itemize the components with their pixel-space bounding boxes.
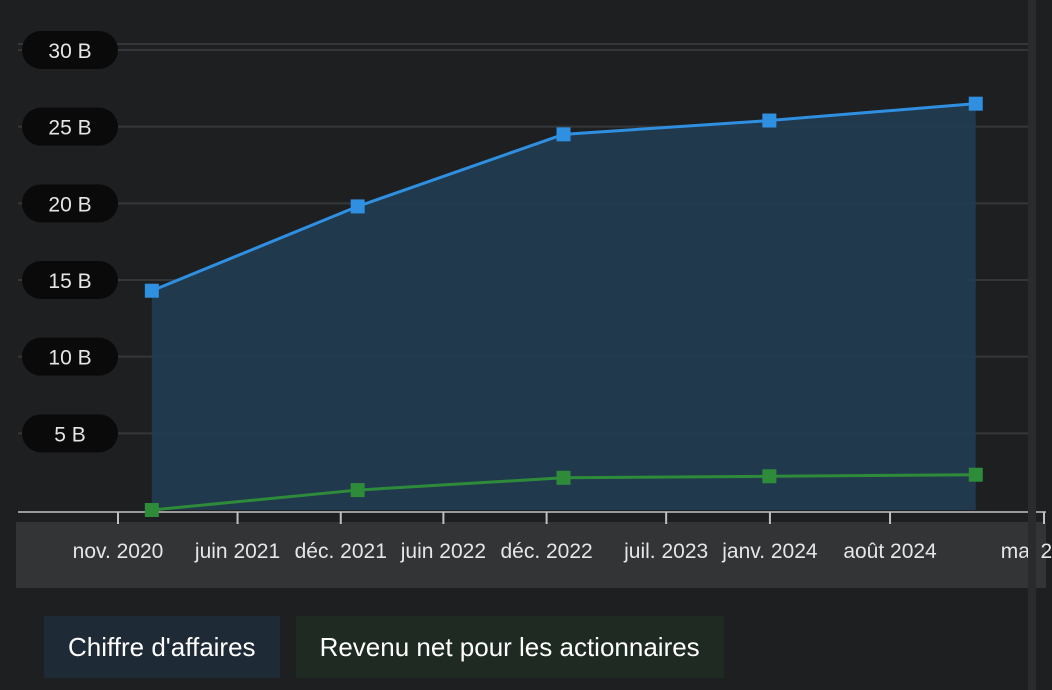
net-income-point[interactable]	[350, 483, 365, 498]
y-tick-label: 25 B	[48, 117, 91, 140]
legend: Chiffre d'affaires Revenu net pour les a…	[44, 616, 724, 678]
y-tick-label: 5 B	[54, 423, 86, 446]
x-tick-label: juin 2021	[194, 540, 280, 563]
revenue-point[interactable]	[144, 283, 159, 298]
revenue-point[interactable]	[968, 96, 983, 111]
net-income-point[interactable]	[556, 470, 571, 485]
x-tick-label: déc. 2021	[295, 540, 387, 563]
revenue-point[interactable]	[556, 127, 571, 142]
x-tick-label: mai 2025	[1001, 540, 1052, 563]
scrollbar-track[interactable]	[1028, 0, 1036, 690]
revenue-point[interactable]	[350, 199, 365, 214]
x-tick-label: nov. 2020	[73, 540, 164, 563]
x-tick-label: juin 2022	[400, 540, 486, 563]
chart-area: nov. 2020 juin 2021 déc. 2021 juin 2022 déc.…	[0, 0, 1052, 600]
x-tick-label: janv. 2024	[721, 540, 818, 563]
x-tick-label: déc. 2022	[500, 540, 592, 563]
y-tick-label: 10 B	[48, 347, 91, 370]
chart-svg: nov. 2020 juin 2021 déc. 2021 juin 2022 déc.…	[16, 31, 1052, 588]
x-tick-label: juil. 2023	[623, 540, 708, 563]
net-income-point[interactable]	[968, 467, 983, 482]
y-tick-label: 20 B	[48, 193, 91, 216]
revenue-area-fill	[151, 103, 976, 511]
revenue-point[interactable]	[762, 113, 777, 128]
x-tick-label: août 2024	[843, 540, 937, 563]
legend-revenue-button[interactable]: Chiffre d'affaires	[44, 616, 280, 678]
net-income-point[interactable]	[144, 503, 159, 517]
legend-net-income-button[interactable]: Revenu net pour les actionnaires	[295, 616, 724, 678]
y-tick-label: 15 B	[48, 270, 91, 293]
net-income-point[interactable]	[762, 469, 777, 484]
y-tick-label: 30 B	[48, 40, 91, 63]
